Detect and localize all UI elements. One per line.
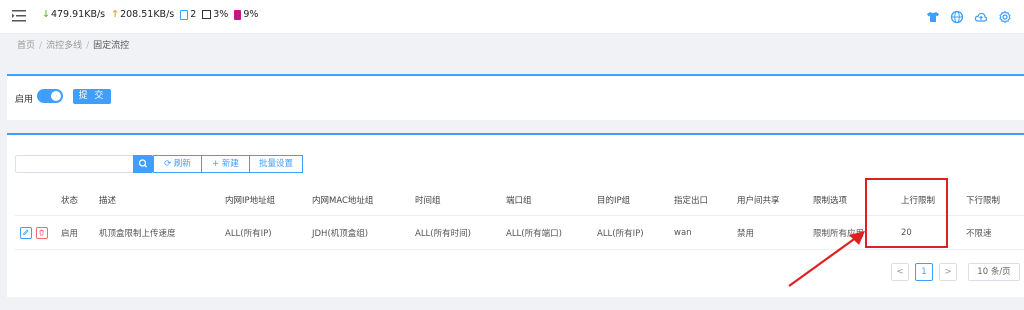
- header-cell: 描述: [99, 195, 117, 206]
- plus-icon: +: [212, 159, 220, 169]
- dest-ip-group-cell: ALL(所有IP): [597, 228, 644, 239]
- cloud-upload-icon[interactable]: [974, 9, 988, 23]
- header-cell: 目的IP组: [597, 195, 631, 206]
- battery-level: 9%: [243, 9, 259, 20]
- status-cell: 启用: [61, 228, 79, 239]
- download-limit-cell: 不限速: [966, 228, 992, 239]
- refresh-label: 刷新: [173, 159, 191, 169]
- language-globe-icon[interactable]: [950, 9, 964, 24]
- new-label: 新建: [221, 159, 239, 169]
- delete-trash-icon[interactable]: [36, 226, 48, 239]
- breadcrumb-separator: /: [39, 41, 43, 51]
- upload-speed: 208.51KB/s: [120, 9, 175, 20]
- upload-arrow-icon: ↑: [111, 9, 120, 20]
- search-input[interactable]: [15, 155, 133, 173]
- header-cell: 限制选项: [813, 195, 848, 206]
- next-page-button[interactable]: >: [939, 263, 957, 281]
- top-bar: ↓ 479.91KB/s ↑ 208.51KB/s 2 3% 9%: [0, 0, 1024, 34]
- enable-label: 启用: [15, 95, 34, 105]
- header-cell: 下行限制: [966, 195, 1001, 206]
- description-cell: 机顶盒限制上传速度: [99, 228, 176, 239]
- breadcrumb-current: 固定流控: [93, 41, 130, 51]
- header-cell: 时间组: [415, 195, 441, 206]
- header-cell: 端口组: [506, 195, 532, 206]
- header-cell: 指定出口: [674, 195, 709, 206]
- enable-panel: 启用 提 交: [7, 74, 1024, 120]
- prev-page-button[interactable]: <: [891, 263, 909, 281]
- breadcrumb-separator: /: [86, 41, 90, 51]
- port-group-cell: ALL(所有端口): [506, 228, 562, 239]
- top-actions: [926, 9, 1012, 24]
- edit-icon[interactable]: [20, 226, 32, 239]
- settings-gear-icon[interactable]: [998, 9, 1012, 24]
- refresh-icon: ⟳: [164, 159, 172, 169]
- cpu-icon: [202, 10, 212, 19]
- toggle-knob: [51, 91, 61, 101]
- page-size-select[interactable]: 10 条/页: [968, 263, 1020, 281]
- cpu-usage: 3%: [213, 9, 229, 20]
- outbound-cell: wan: [674, 227, 692, 238]
- submit-button[interactable]: 提 交: [73, 89, 111, 104]
- page-number-button[interactable]: 1: [915, 263, 933, 281]
- mac-group-cell: JDH(机顶盒组): [312, 228, 369, 239]
- device-icon: [180, 9, 189, 20]
- battery-icon: [234, 9, 242, 20]
- refresh-button[interactable]: ⟳ 刷新: [153, 155, 202, 173]
- user-share-cell: 禁用: [737, 228, 755, 239]
- theme-shirt-icon[interactable]: [926, 9, 940, 23]
- highlight-box: [865, 178, 948, 248]
- header-cell: 状态: [61, 195, 79, 206]
- header-cell: 用户间共享: [737, 195, 780, 206]
- breadcrumb-parent[interactable]: 流控多线: [46, 41, 82, 51]
- annotation-arrow: [788, 231, 865, 287]
- time-group-cell: ALL(所有时间): [415, 228, 471, 239]
- header-cell: 内网MAC地址组: [312, 195, 374, 206]
- batch-settings-button[interactable]: 批量设置: [249, 155, 303, 173]
- enable-toggle[interactable]: [37, 89, 63, 103]
- search-button[interactable]: [133, 155, 153, 173]
- download-arrow-icon: ↓: [42, 9, 50, 20]
- ip-group-cell: ALL(所有IP): [225, 228, 272, 239]
- menu-toggle-icon[interactable]: [12, 10, 26, 22]
- traffic-stats: ↓ 479.91KB/s ↑ 208.51KB/s 2 3% 9%: [42, 9, 264, 20]
- header-cell: 内网IP地址组: [225, 195, 276, 206]
- download-speed: 479.91KB/s: [50, 9, 106, 20]
- device-count: 2: [190, 9, 197, 20]
- new-button[interactable]: + 新建: [201, 155, 250, 173]
- breadcrumb: 首页 / 流控多线 / 固定流控: [17, 38, 129, 51]
- search-icon: [138, 159, 147, 168]
- breadcrumb-home[interactable]: 首页: [17, 41, 35, 51]
- row-actions: [20, 216, 52, 249]
